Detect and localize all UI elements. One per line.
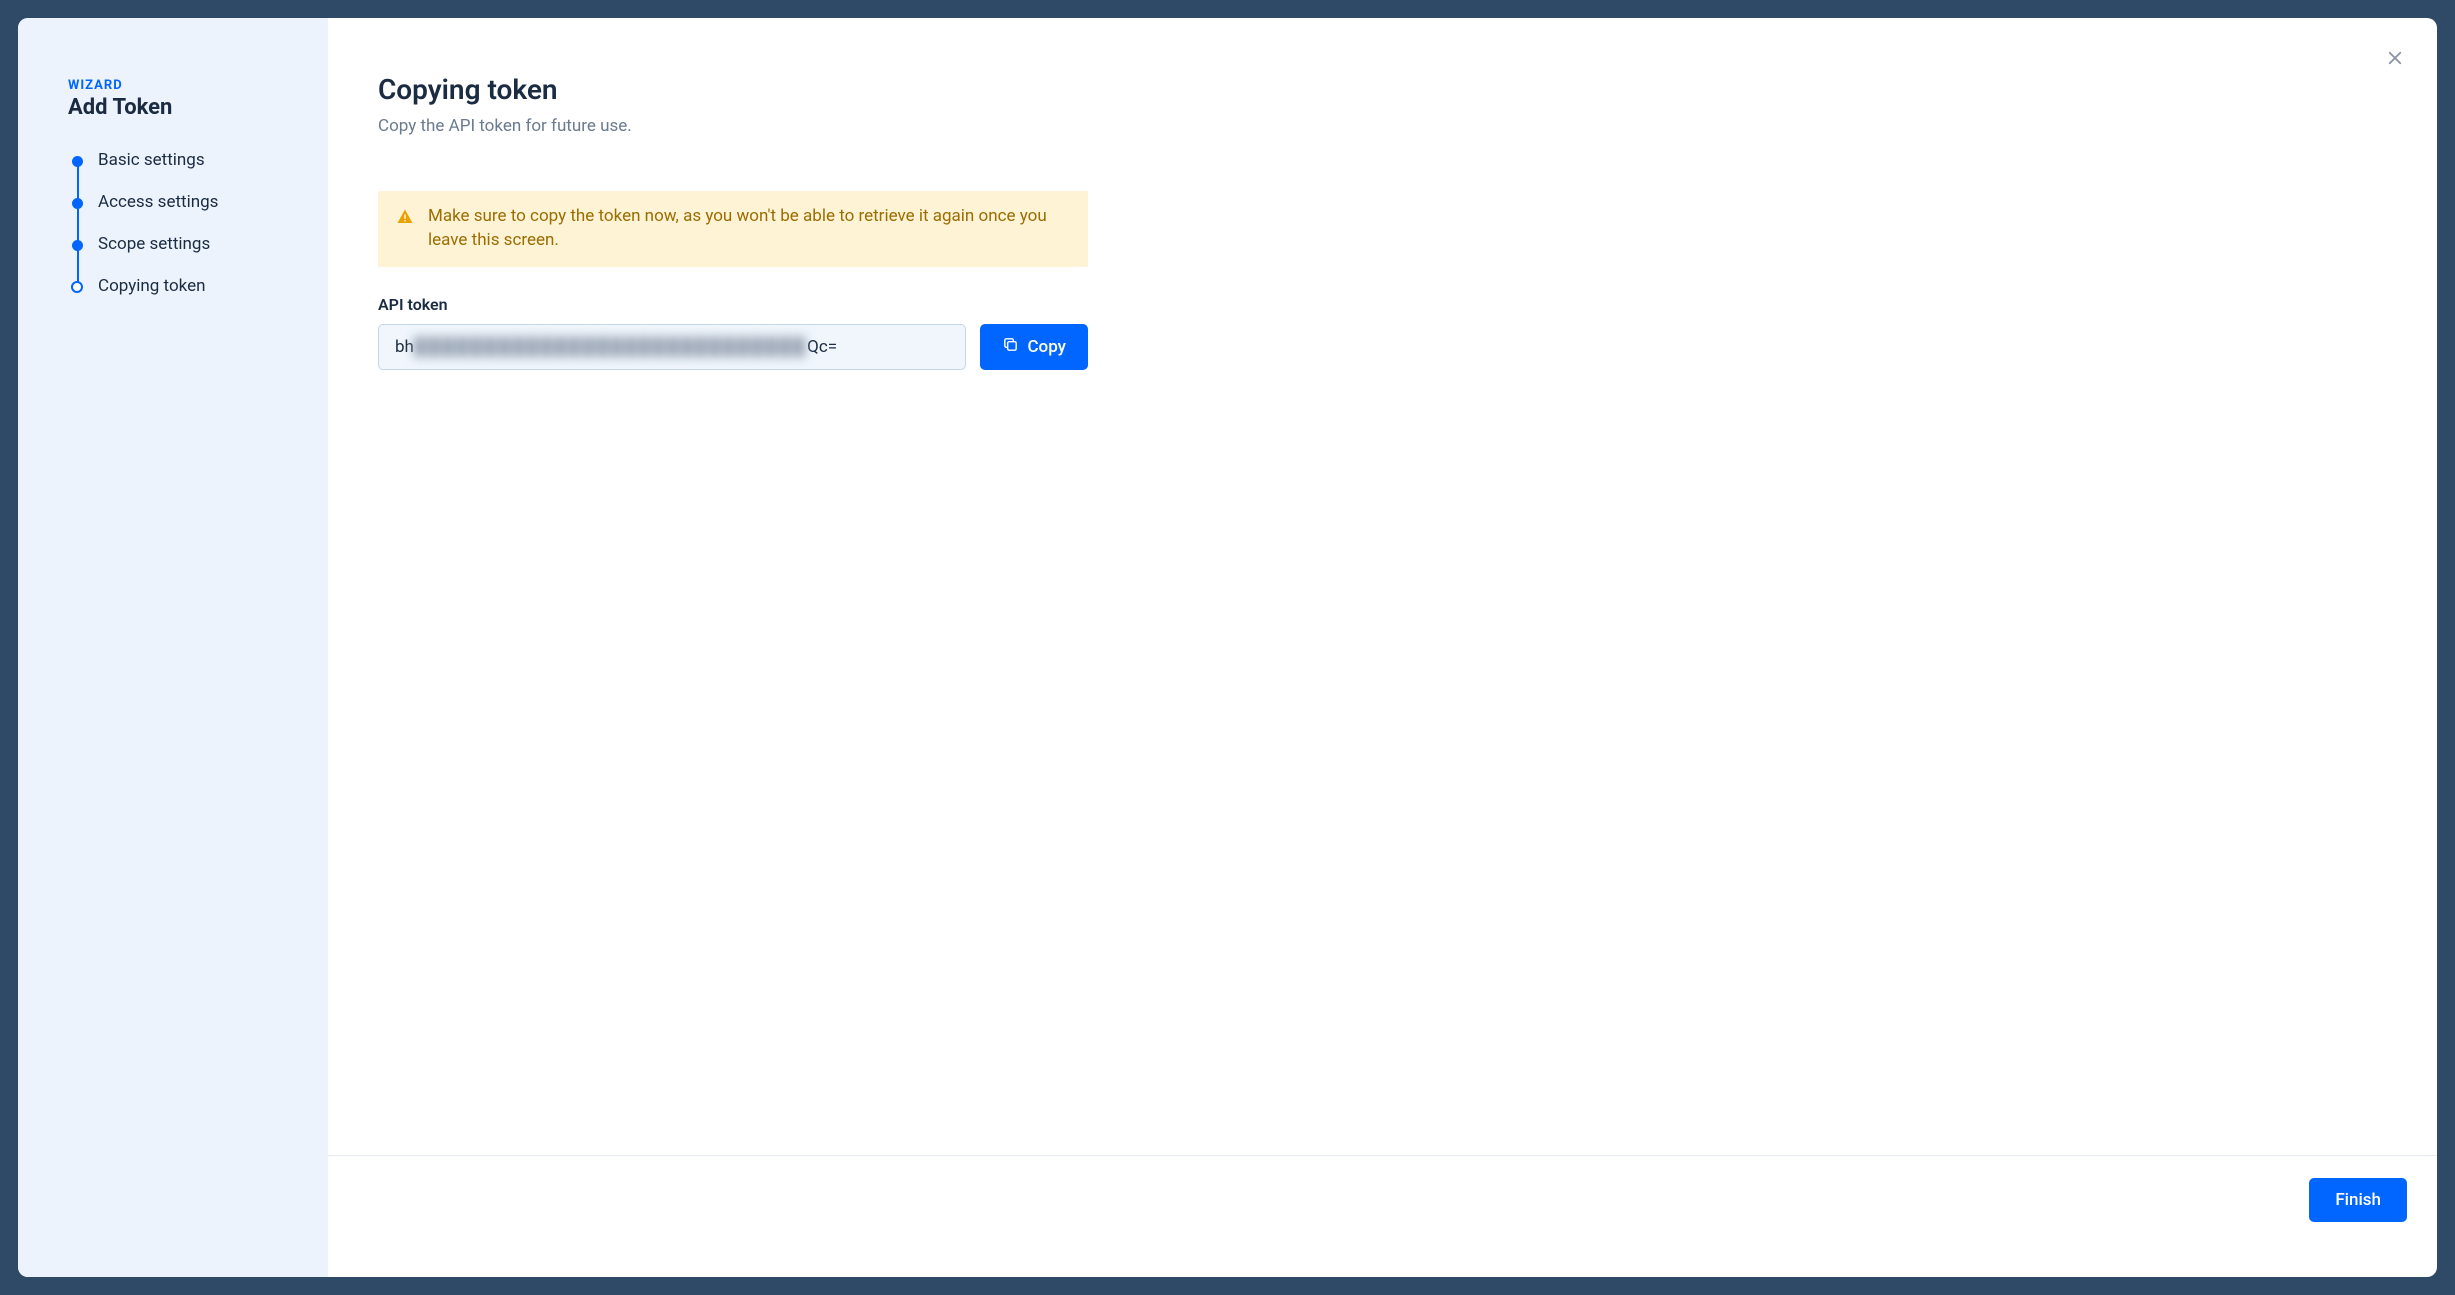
wizard-title: Add Token <box>68 95 278 120</box>
wizard-steps: Basic settings Access settings Scope set… <box>68 150 278 296</box>
wizard-content: Copying token Copy the API token for fut… <box>328 18 2437 1277</box>
close-button[interactable] <box>2381 46 2409 74</box>
token-prefix: bh <box>395 337 414 357</box>
wizard-step-access-settings[interactable]: Access settings <box>68 192 278 234</box>
warning-alert: Make sure to copy the token now, as you … <box>378 191 1088 267</box>
copy-icon <box>1002 336 1019 358</box>
wizard-step-label: Scope settings <box>98 234 210 254</box>
page-title: Copying token <box>378 73 2317 106</box>
page-subtitle: Copy the API token for future use. <box>378 116 2317 136</box>
warning-alert-text: Make sure to copy the token now, as you … <box>428 205 1070 253</box>
wizard-sidebar: WIZARD Add Token Basic settings Access s… <box>18 18 328 1277</box>
wizard-step-copying-token[interactable]: Copying token <box>68 276 278 296</box>
wizard-footer: Finish <box>328 1155 2437 1222</box>
wizard-step-label: Basic settings <box>98 150 205 170</box>
warning-icon <box>396 208 414 230</box>
close-icon <box>2386 49 2404 71</box>
token-suffix: Qc= <box>807 337 837 357</box>
finish-button-label: Finish <box>2335 1190 2381 1210</box>
copy-button[interactable]: Copy <box>980 324 1088 370</box>
token-row: bh████████████████████████████Qc= Copy <box>378 324 1088 370</box>
wizard-label: WIZARD <box>68 78 278 93</box>
wizard-step-label: Copying token <box>98 276 206 296</box>
wizard-step-label: Access settings <box>98 192 218 212</box>
wizard-step-scope-settings[interactable]: Scope settings <box>68 234 278 276</box>
token-obscured: ████████████████████████████ <box>414 337 807 357</box>
api-token-label: API token <box>378 295 2317 314</box>
wizard-step-basic-settings[interactable]: Basic settings <box>68 150 278 192</box>
copy-button-label: Copy <box>1027 337 1066 357</box>
finish-button[interactable]: Finish <box>2309 1178 2407 1222</box>
api-token-field[interactable]: bh████████████████████████████Qc= <box>378 324 966 370</box>
wizard-modal: WIZARD Add Token Basic settings Access s… <box>18 18 2437 1277</box>
